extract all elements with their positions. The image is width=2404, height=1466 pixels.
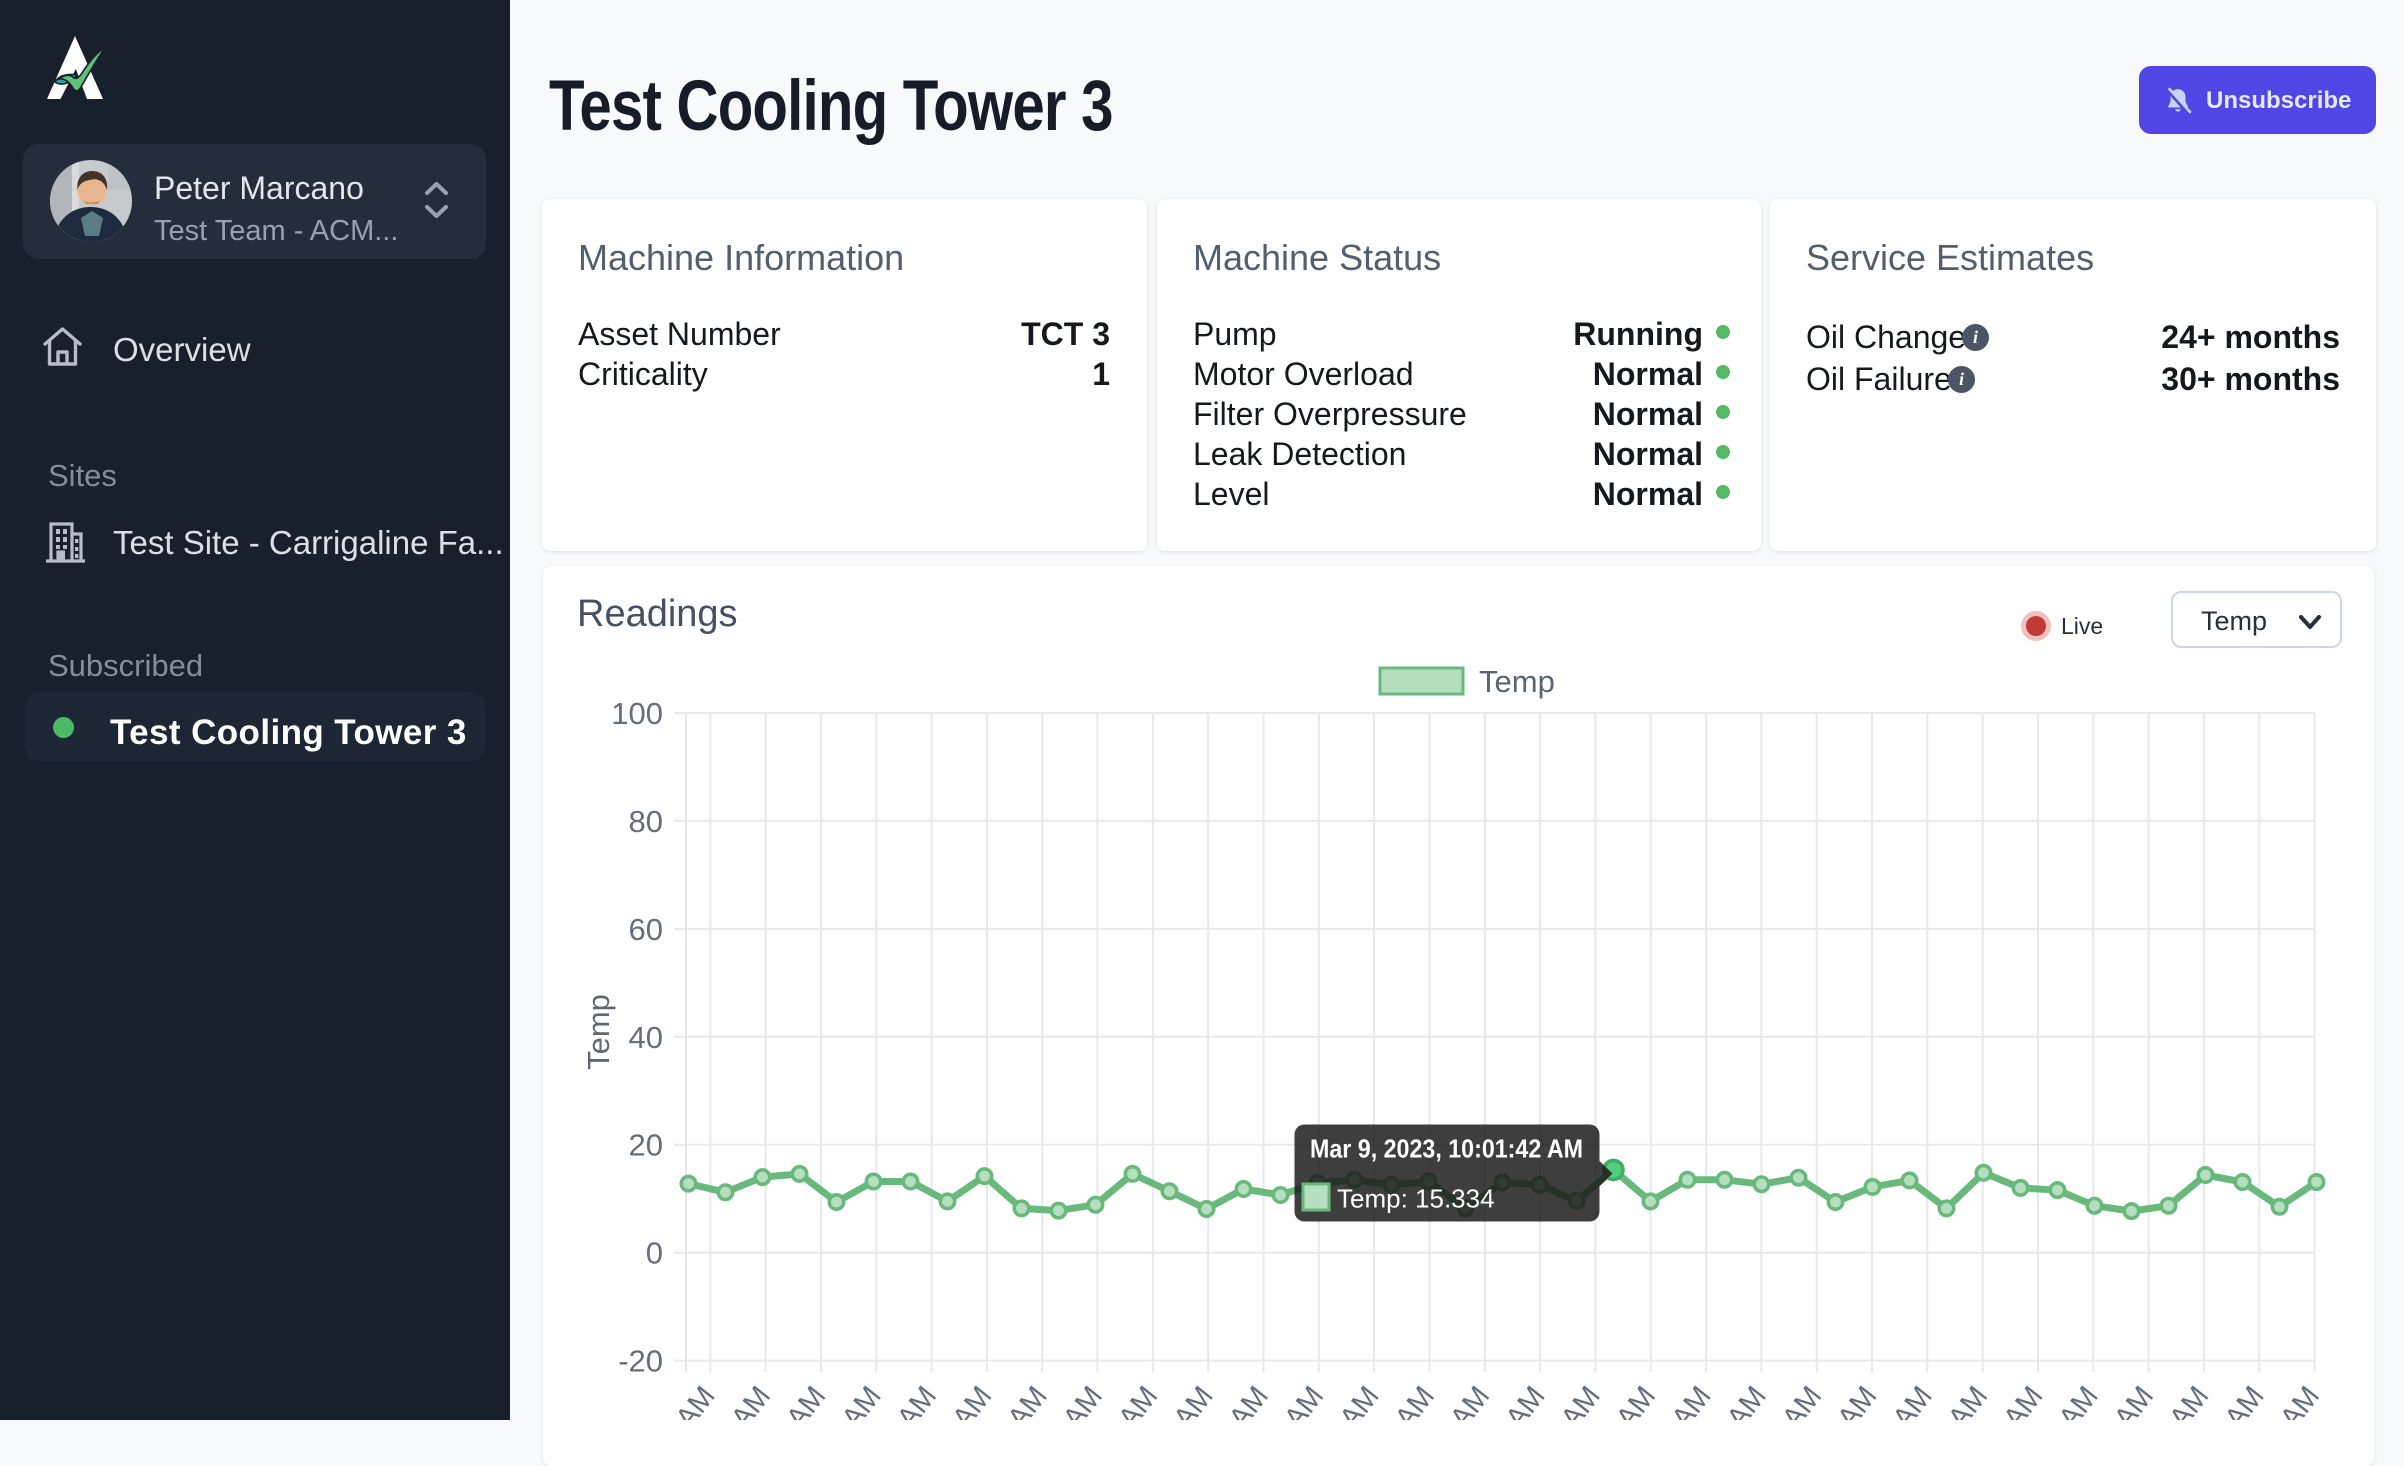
svg-text:AM: AM xyxy=(2219,1381,2271,1420)
svg-text:AM: AM xyxy=(1500,1381,1552,1420)
svg-text:60: 60 xyxy=(629,912,663,947)
svg-text:Temp: Temp xyxy=(1479,664,1555,699)
svg-text:AM: AM xyxy=(836,1381,888,1420)
svg-text:AM: AM xyxy=(1334,1381,1386,1420)
svg-text:100: 100 xyxy=(611,696,663,731)
svg-text:AM: AM xyxy=(670,1381,722,1420)
svg-text:AM: AM xyxy=(1389,1381,1441,1420)
svg-text:AM: AM xyxy=(1112,1381,1164,1420)
svg-text:20: 20 xyxy=(629,1128,663,1163)
svg-text:AM: AM xyxy=(2108,1381,2160,1420)
svg-text:AM: AM xyxy=(1057,1381,1109,1420)
svg-text:40: 40 xyxy=(629,1020,663,1055)
svg-text:AM: AM xyxy=(1776,1381,1828,1420)
svg-text:Temp: 15.334: Temp: 15.334 xyxy=(1337,1184,1495,1214)
svg-text:AM: AM xyxy=(1278,1381,1330,1420)
svg-text:AM: AM xyxy=(2053,1381,2105,1420)
svg-text:Mar 9, 2023, 10:01:42 AM: Mar 9, 2023, 10:01:42 AM xyxy=(1310,1134,1583,1164)
svg-text:AM: AM xyxy=(1721,1381,1773,1420)
svg-text:0: 0 xyxy=(646,1236,663,1271)
svg-text:AM: AM xyxy=(1223,1381,1275,1420)
svg-text:AM: AM xyxy=(1555,1381,1607,1420)
svg-text:AM: AM xyxy=(1168,1381,1220,1420)
svg-text:-20: -20 xyxy=(618,1344,663,1379)
svg-text:AM: AM xyxy=(1942,1381,1994,1420)
svg-text:AM: AM xyxy=(1002,1381,1054,1420)
svg-text:AM: AM xyxy=(780,1381,832,1420)
svg-text:AM: AM xyxy=(891,1381,943,1420)
svg-text:AM: AM xyxy=(725,1381,777,1420)
svg-text:AM: AM xyxy=(1887,1381,1939,1420)
svg-text:AM: AM xyxy=(1998,1381,2050,1420)
svg-text:AM: AM xyxy=(1666,1381,1718,1420)
svg-text:80: 80 xyxy=(629,804,663,839)
svg-text:AM: AM xyxy=(946,1381,998,1420)
svg-text:AM: AM xyxy=(1444,1381,1496,1420)
svg-text:AM: AM xyxy=(2163,1381,2215,1420)
svg-text:AM: AM xyxy=(1832,1381,1884,1420)
svg-text:AM: AM xyxy=(2274,1381,2326,1420)
svg-text:AM: AM xyxy=(1610,1381,1662,1420)
svg-text:Temp: Temp xyxy=(581,994,616,1070)
